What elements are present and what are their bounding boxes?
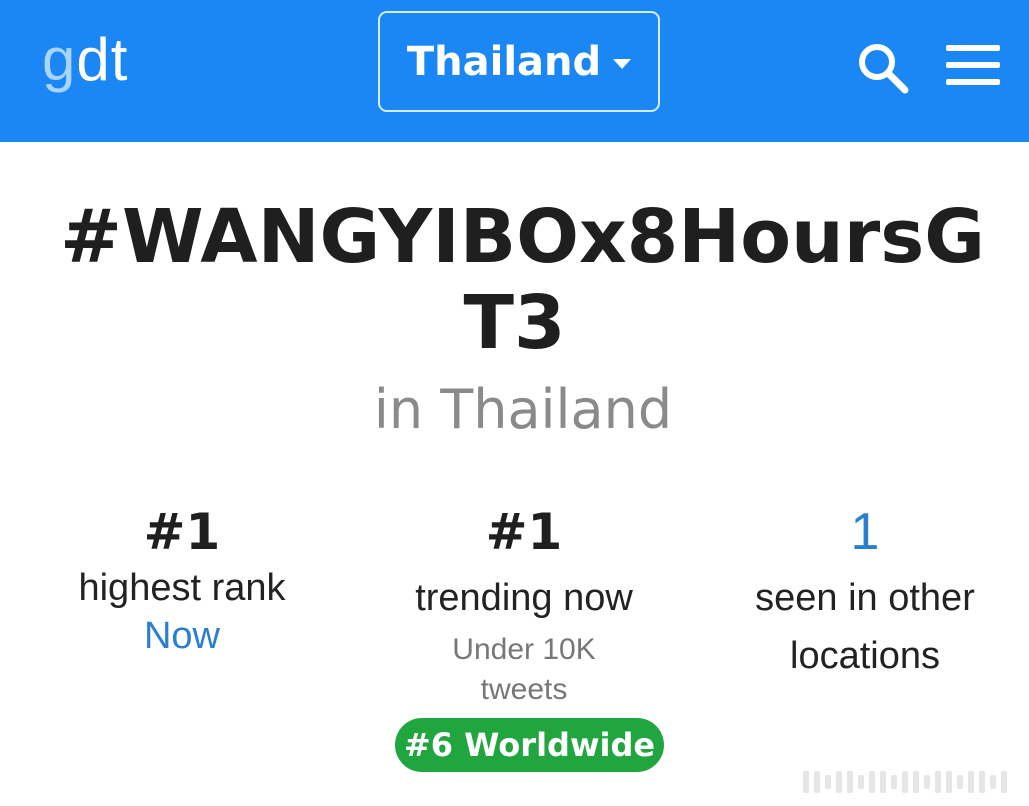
trend-location: in Thailand (373, 378, 673, 441)
trend-title-line-2: T3 (463, 280, 566, 366)
trend-title-line-1: #WANGYIBOx8HoursG (60, 194, 985, 280)
country-selector[interactable]: Thailand (378, 11, 660, 112)
other-locations-count[interactable]: 1 (715, 500, 1015, 564)
site-logo[interactable]: gdt (42, 20, 128, 100)
stat-trending-now: #1 trending now Under 10K tweets (374, 500, 674, 710)
trending-now-label: trending now (415, 577, 633, 619)
worldwide-rank-badge[interactable]: #6 Worldwide (395, 718, 664, 772)
logo-letters-dt: dt (76, 26, 129, 93)
search-icon[interactable] (855, 40, 911, 96)
trend-hashtag-title: #WANGYIBOx8HoursG T3 (60, 194, 985, 366)
highest-rank-label: highest rank (78, 567, 286, 609)
stat-highest-rank: #1 highest rank Now (32, 500, 332, 660)
caret-down-icon (613, 58, 632, 69)
highest-rank-value: #1 (143, 503, 221, 561)
other-locations-label-line-1: seen in other (755, 577, 975, 619)
tweet-count-line-2: tweets (480, 673, 568, 706)
tweet-count-line-1: Under 10K (452, 633, 596, 666)
trending-now-value: #1 (485, 503, 563, 561)
stat-other-locations[interactable]: 1 seen in other locations (715, 500, 1015, 680)
hamburger-menu-icon[interactable] (946, 42, 1000, 88)
logo-letter-g: g (42, 26, 77, 93)
watermark-graphic (803, 770, 1013, 794)
country-selector-label: Thailand (406, 38, 602, 85)
highest-rank-time: Now (143, 615, 221, 657)
top-navigation-bar: gdt Thailand (0, 0, 1029, 142)
other-locations-label-line-2: locations (790, 635, 940, 677)
